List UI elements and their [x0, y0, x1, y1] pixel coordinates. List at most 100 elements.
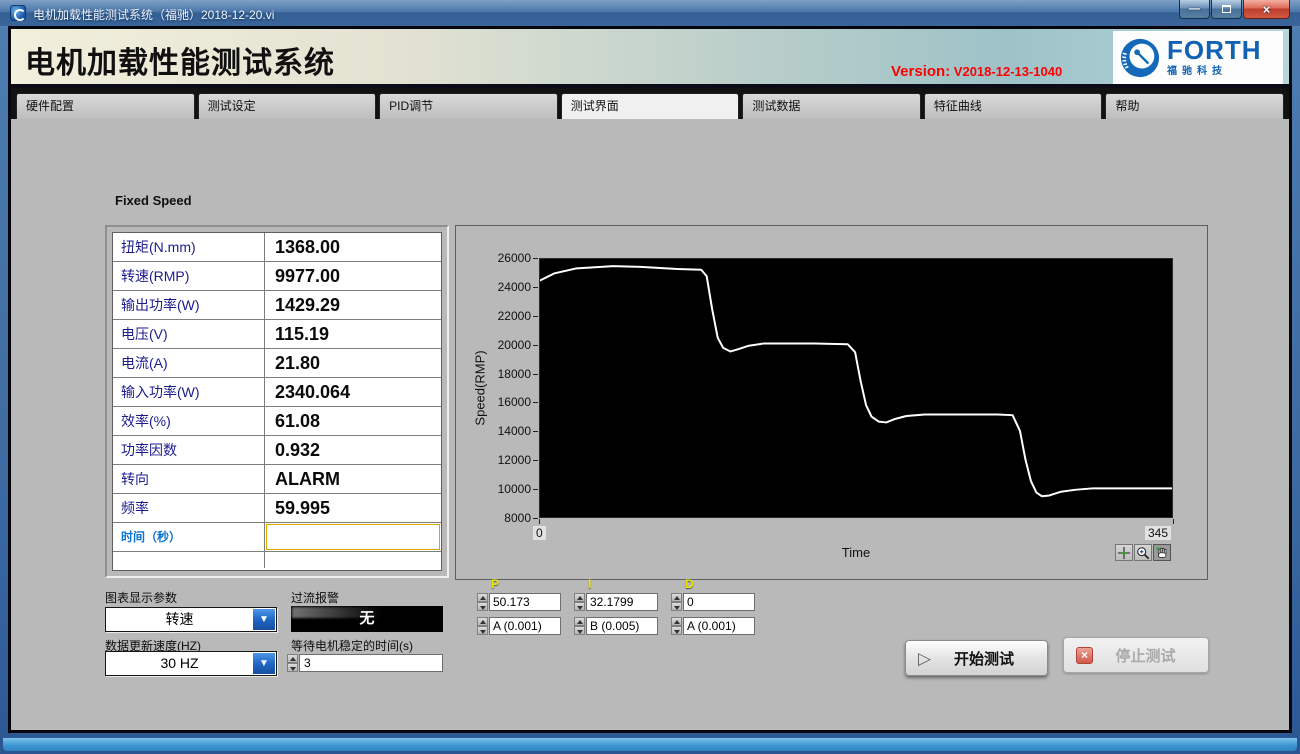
y-tick-mark: [533, 489, 538, 490]
settle-time-field[interactable]: 3: [299, 654, 443, 672]
table-row: 转向 ALARM: [113, 465, 441, 494]
close-icon: ×: [1263, 2, 1271, 17]
param-label: 电压(V): [113, 320, 265, 348]
settle-time-stepper[interactable]: [287, 654, 298, 672]
chevron-down-icon[interactable]: ▼: [253, 653, 275, 674]
d-gain-stepper[interactable]: [671, 617, 682, 635]
tab-test-data[interactable]: 测试数据: [742, 93, 921, 119]
param-value: 21.80: [265, 349, 441, 377]
d-value-stepper[interactable]: [671, 593, 682, 611]
decrement-icon[interactable]: [574, 626, 585, 635]
crosshair-icon: [1117, 546, 1131, 560]
increment-icon[interactable]: [477, 593, 488, 602]
time-value-field[interactable]: [265, 523, 441, 551]
tab-test-settings[interactable]: 测试设定: [198, 93, 377, 119]
table-row: 输出功率(W) 1429.29: [113, 291, 441, 320]
graph-pan-button[interactable]: [1153, 544, 1171, 561]
param-value: 1368.00: [265, 233, 441, 261]
increment-icon[interactable]: [574, 617, 585, 626]
tab-help[interactable]: 帮助: [1105, 93, 1284, 119]
pid-i-label: I: [588, 577, 670, 593]
y-tick-mark: [533, 431, 538, 432]
increment-icon[interactable]: [671, 593, 682, 602]
p-value-field[interactable]: 50.173: [489, 593, 561, 611]
table-row: 频率 59.995: [113, 494, 441, 523]
main-panel: Fixed Speed 扭矩(N.mm) 1368.00 转速(RMP) 997…: [11, 119, 1289, 728]
param-label: 时间（秒）: [113, 523, 265, 551]
y-tick-mark: [533, 374, 538, 375]
param-label: 输入功率(W): [113, 378, 265, 406]
param-value: 59.995: [265, 494, 441, 522]
maximize-button[interactable]: [1211, 0, 1242, 19]
start-test-label: 开始测试: [931, 648, 1037, 669]
param-label: 效率(%): [113, 407, 265, 435]
speed-curve: [540, 259, 1172, 517]
tab-test-interface[interactable]: 测试界面: [561, 93, 740, 119]
decrement-icon[interactable]: [671, 602, 682, 611]
d-gain-field[interactable]: A (0.001): [683, 617, 755, 635]
increment-icon[interactable]: [574, 593, 585, 602]
param-value: 115.19: [265, 320, 441, 348]
settle-time-label: 等待电机稳定的时间(s): [291, 637, 413, 654]
pid-p-label: P: [491, 577, 573, 593]
play-icon: ▷: [918, 650, 931, 667]
table-row: 效率(%) 61.08: [113, 407, 441, 436]
chevron-down-icon[interactable]: ▼: [253, 609, 275, 630]
decrement-icon[interactable]: [671, 626, 682, 635]
pid-d-group: D 0 A (0.001): [671, 577, 767, 641]
y-tick-mark: [533, 316, 538, 317]
y-tick-label: 24000: [477, 280, 531, 294]
y-tick-label: 16000: [477, 395, 531, 409]
i-gain-field[interactable]: B (0.005): [586, 617, 658, 635]
tab-bar: 硬件配置 测试设定 PID调节 测试界面 测试数据 特征曲线 帮助: [11, 88, 1289, 119]
increment-icon[interactable]: [477, 617, 488, 626]
decrement-icon[interactable]: [477, 602, 488, 611]
measurement-table: 扭矩(N.mm) 1368.00 转速(RMP) 9977.00 输出功率(W)…: [105, 225, 449, 578]
i-gain-stepper[interactable]: [574, 617, 585, 635]
chart-plot-area[interactable]: [539, 258, 1173, 518]
app-frame: 电机加载性能测试系统 Version: V2018-12-13-1040 FOR…: [8, 26, 1292, 733]
tab-characteristic-curve[interactable]: 特征曲线: [924, 93, 1103, 119]
update-rate-select[interactable]: 30 HZ ▼: [105, 651, 277, 676]
i-value-stepper[interactable]: [574, 593, 585, 611]
tab-pid-tuning[interactable]: PID调节: [379, 93, 558, 119]
table-row-empty: [113, 552, 441, 568]
start-test-button[interactable]: ▷ 开始测试: [905, 640, 1048, 676]
param-value: 61.08: [265, 407, 441, 435]
param-value: 1429.29: [265, 291, 441, 319]
table-row-time: 时间（秒）: [113, 523, 441, 552]
chart-param-select[interactable]: 转速 ▼: [105, 607, 277, 632]
tab-hardware-config[interactable]: 硬件配置: [16, 93, 195, 119]
y-tick-label: 22000: [477, 309, 531, 323]
p-value-stepper[interactable]: [477, 593, 488, 611]
increment-icon[interactable]: [287, 654, 298, 663]
stop-test-button[interactable]: × 停止测试: [1063, 637, 1209, 673]
settle-time-control: 3: [287, 654, 443, 672]
y-tick-label: 10000: [477, 482, 531, 496]
decrement-icon[interactable]: [574, 602, 585, 611]
decrement-icon[interactable]: [477, 626, 488, 635]
app-icon: [10, 5, 26, 21]
p-gain-stepper[interactable]: [477, 617, 488, 635]
p-gain-field[interactable]: A (0.001): [489, 617, 561, 635]
y-tick-mark: [533, 460, 538, 461]
speed-chart: Speed(RMP) 26000240002200020000180001600…: [455, 225, 1208, 580]
y-tick-label: 8000: [477, 511, 531, 525]
param-label: 电流(A): [113, 349, 265, 377]
close-button[interactable]: ×: [1243, 0, 1290, 19]
chart-param-value: 转速: [106, 608, 253, 631]
graph-crosshair-button[interactable]: [1115, 544, 1133, 561]
gauge-logo-icon: [1119, 37, 1161, 79]
x-tick-mark: [1173, 519, 1174, 524]
d-value-field[interactable]: 0: [683, 593, 755, 611]
chart-param-label: 图表显示参数: [105, 589, 177, 606]
param-label: 功率因数: [113, 436, 265, 464]
i-value-field[interactable]: 32.1799: [586, 593, 658, 611]
y-tick-label: 14000: [477, 424, 531, 438]
increment-icon[interactable]: [671, 617, 682, 626]
magnifier-icon: [1136, 546, 1150, 560]
decrement-icon[interactable]: [287, 663, 298, 672]
window-title: 电机加载性能测试系统（福驰）2018-12-20.vi: [33, 6, 274, 23]
graph-zoom-button[interactable]: [1134, 544, 1152, 561]
minimize-button[interactable]: —: [1179, 0, 1210, 19]
